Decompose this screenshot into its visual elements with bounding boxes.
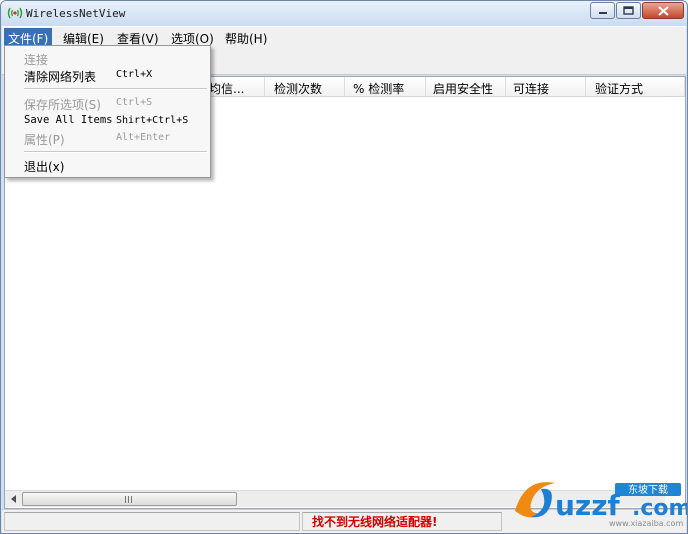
menu-item-connect-label: 连接	[24, 53, 49, 67]
uzzf-watermark-logo: 东坡下载 uzzf .com www.xiazaiba.com	[515, 482, 687, 528]
minimize-icon	[598, 11, 607, 14]
menu-item-properties-shortcut: Alt+Enter	[116, 132, 171, 143]
menu-item-exit[interactable]: 退出(x)	[5, 157, 210, 174]
close-icon	[657, 5, 669, 16]
svg-text:.com: .com	[632, 496, 687, 521]
column-header-detection-rate[interactable]: % 检测率	[345, 77, 426, 96]
menu-item-clear-list[interactable]: 清除网络列表 Ctrl+X	[5, 67, 210, 84]
svg-text:uzzf: uzzf	[555, 489, 621, 522]
menu-item-connect[interactable]: 连接	[5, 50, 210, 67]
column-header-detection-count[interactable]: 检测次数	[265, 77, 345, 96]
status-message: 找不到无线网络适配器!	[312, 515, 438, 529]
menu-item-exit-label: 退出(x)	[24, 160, 65, 174]
menu-item-clear-list-shortcut: Ctrl+X	[116, 69, 153, 80]
grip-icon	[125, 495, 134, 503]
menu-item-save-selected-shortcut: Ctrl+S	[116, 97, 153, 108]
menu-help[interactable]: 帮助(H)	[221, 28, 271, 46]
menu-item-save-all-shortcut: Shirt+Ctrl+S	[116, 115, 189, 126]
menu-view[interactable]: 查看(V)	[113, 28, 163, 46]
menu-item-save-all[interactable]: Save All Items Shirt+Ctrl+S	[5, 113, 210, 130]
wireless-antenna-icon	[7, 7, 23, 19]
menu-item-save-selected-label: 保存所选项(S)	[24, 98, 101, 112]
status-panel-left	[4, 512, 300, 531]
menu-file[interactable]: 文件(F)	[4, 28, 53, 46]
svg-text:东坡下载: 东坡下载	[628, 483, 668, 496]
scrollbar-thumb[interactable]	[22, 492, 237, 506]
close-button[interactable]	[642, 2, 684, 19]
menu-edit[interactable]: 编辑(E)	[59, 28, 108, 46]
title-bar[interactable]: WirelessNetView	[1, 1, 687, 26]
scroll-left-button[interactable]	[5, 491, 22, 507]
window-title: WirelessNetView	[26, 7, 126, 20]
file-menu-dropdown: 连接 清除网络列表 Ctrl+X 保存所选项(S) Ctrl+S Save Al…	[4, 45, 211, 178]
menu-item-clear-list-label: 清除网络列表	[24, 70, 97, 84]
column-header-connectable[interactable]: 可连接	[506, 77, 586, 96]
scroll-left-arrow-icon	[10, 495, 16, 503]
maximize-button[interactable]	[616, 2, 641, 19]
menu-item-save-selected[interactable]: 保存所选项(S) Ctrl+S	[5, 95, 210, 112]
menu-item-properties[interactable]: 属性(P) Alt+Enter	[5, 130, 210, 147]
maximize-icon	[623, 6, 634, 15]
menu-item-properties-label: 属性(P)	[24, 133, 65, 147]
menu-item-save-all-label: Save All Items	[24, 114, 113, 126]
svg-text:www.xiazaiba.com: www.xiazaiba.com	[609, 519, 683, 528]
menu-separator	[24, 151, 207, 153]
column-header-security-enabled[interactable]: 启用安全性	[426, 77, 506, 96]
minimize-button[interactable]	[590, 2, 615, 19]
menu-options[interactable]: 选项(O)	[167, 28, 218, 46]
column-header-auth-method[interactable]: 验证方式	[586, 77, 685, 96]
menu-bar: 文件(F) 编辑(E) 查看(V) 选项(O) 帮助(H)	[2, 26, 686, 46]
menu-separator	[24, 88, 207, 90]
app-window: WirelessNetView 文件(F) 编辑(E) 查看(V) 选项(O) …	[0, 0, 688, 534]
